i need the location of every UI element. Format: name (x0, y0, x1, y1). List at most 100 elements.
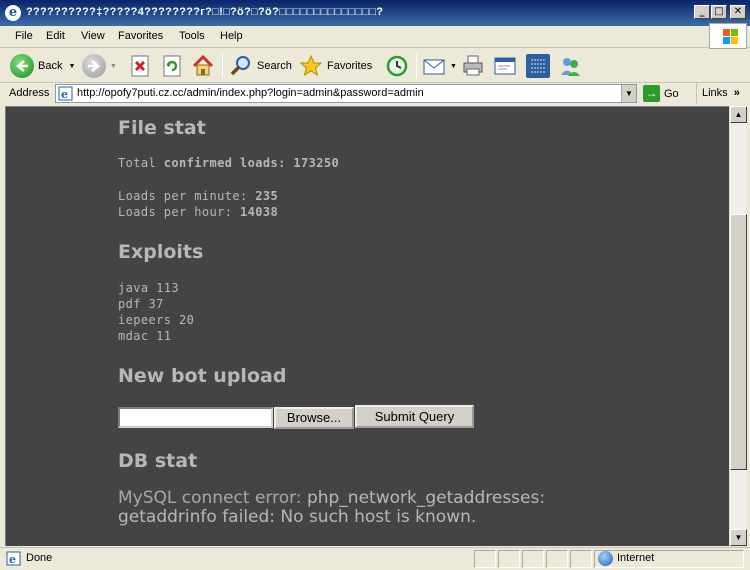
vertical-scrollbar[interactable]: ▲ ▼ (729, 106, 747, 546)
db-stat-heading: DB stat (118, 450, 198, 472)
contacts-button[interactable] (558, 52, 582, 80)
links-label: Links (702, 87, 728, 99)
toolbar-separator (416, 54, 417, 78)
toolbar-separator (222, 54, 223, 78)
loads-per-minute-line: Loads per minute: 235 (118, 189, 278, 203)
chevron-right-icon: » (733, 87, 740, 99)
db-error-bold: php_network_getaddresses: (306, 488, 546, 508)
window-title: ??????????‡?????4????????г?□!□?ö?□?ö?□□□… (26, 6, 384, 18)
db-error-message: MySQL connect error: php_network_getaddr… (118, 489, 598, 527)
home-button[interactable] (191, 52, 215, 80)
svg-text:e: e (61, 88, 68, 101)
exploit-name: mdac (118, 329, 149, 343)
search-icon (229, 54, 253, 78)
menu-file[interactable]: File (15, 30, 33, 42)
loads-per-hour-line: Loads per hour: 14038 (118, 205, 278, 219)
svg-text:e: e (9, 553, 16, 566)
upload-heading: New bot upload (118, 365, 287, 387)
menu-favorites[interactable]: Favorites (118, 30, 163, 42)
exploit-row: java 113 (118, 281, 179, 295)
browse-button[interactable]: Browse... (274, 407, 354, 429)
total-label: confirmed loads: (163, 156, 286, 170)
status-pane (570, 550, 592, 568)
file-stat-heading: File stat (118, 117, 206, 139)
menu-edit[interactable]: Edit (46, 30, 65, 42)
submit-query-button[interactable]: Submit Query (355, 405, 474, 428)
status-pane (474, 550, 496, 568)
exploit-count: 113 (156, 281, 179, 295)
status-text: Done (26, 552, 53, 564)
windows-logo-icon (709, 23, 747, 49)
page-done-icon: e (6, 551, 21, 566)
back-label: Back (38, 60, 63, 72)
mail-button[interactable]: ▼ (422, 52, 457, 80)
menu-help[interactable]: Help (220, 30, 243, 42)
loads-per-hour-value: 14038 (240, 205, 279, 219)
total-prefix: Total (118, 156, 164, 170)
close-button[interactable]: ✕ (730, 5, 746, 19)
forward-dropdown-icon[interactable]: ▼ (110, 63, 117, 70)
loads-per-minute-value: 235 (255, 189, 279, 203)
search-button[interactable]: Search (229, 52, 292, 80)
edit-page-icon (493, 54, 517, 78)
total-value: 173250 (293, 156, 340, 170)
forward-button[interactable]: ▼ (82, 52, 117, 80)
stop-button[interactable] (128, 52, 152, 80)
print-icon (461, 54, 485, 78)
db-error-rest: getaddrinfo failed: No such host is know… (118, 507, 477, 527)
loads-per-hour-label: Loads per hour: (118, 205, 233, 219)
go-button[interactable]: → Go (643, 84, 679, 103)
favorites-button[interactable]: Favorites (299, 52, 372, 80)
ie-logo-icon: e (5, 5, 21, 21)
loads-per-minute-label: Loads per minute: (118, 189, 248, 203)
exploit-name: java (118, 281, 149, 295)
status-pane (498, 550, 520, 568)
exploit-row: pdf 37 (118, 297, 164, 311)
globe-icon (598, 551, 613, 566)
favorites-label: Favorites (327, 60, 373, 72)
address-url[interactable]: http://opofy7puti.cz.cc/admin/index.php?… (77, 87, 424, 99)
maximize-button[interactable]: □ (711, 5, 727, 19)
back-arrow-icon (10, 54, 34, 78)
minimize-button[interactable]: _ (694, 5, 710, 19)
address-input[interactable]: e http://opofy7puti.cz.cc/admin/index.ph… (55, 84, 637, 103)
links-button[interactable]: Links » (696, 83, 740, 104)
scroll-up-icon[interactable]: ▲ (730, 106, 747, 123)
home-icon (191, 54, 215, 78)
back-button[interactable]: Back ▼ (10, 52, 75, 80)
mail-dropdown-icon[interactable]: ▼ (450, 63, 457, 70)
search-label: Search (257, 60, 292, 72)
page-content: File stat Total confirmed loads: 173250 … (5, 106, 729, 546)
status-pane (546, 550, 568, 568)
db-error-prefix: MySQL connect error: (118, 488, 307, 508)
favorites-star-icon (299, 54, 323, 78)
address-label: Address (9, 87, 50, 99)
address-bar: Address e http://opofy7puti.cz.cc/admin/… (0, 83, 750, 104)
go-label: Go (664, 87, 679, 100)
forward-arrow-icon (82, 54, 106, 78)
back-dropdown-icon[interactable]: ▼ (68, 63, 75, 70)
exploit-row: mdac 11 (118, 329, 171, 343)
print-button[interactable] (461, 52, 485, 80)
status-pane (522, 550, 544, 568)
zone-text: Internet (617, 552, 655, 564)
exploit-name: iepeers (118, 313, 172, 327)
toolbar: Back ▼ ▼ Search Favorites ▼ (0, 49, 750, 83)
scroll-down-icon[interactable]: ▼ (730, 529, 747, 546)
menu-view[interactable]: View (81, 30, 105, 42)
menu-tools[interactable]: Tools (179, 30, 205, 42)
stop-icon (128, 54, 152, 78)
exploit-row: iepeers 20 (118, 313, 194, 327)
history-button[interactable] (385, 52, 409, 80)
total-loads-line: Total confirmed loads: 173250 (118, 156, 339, 170)
edit-button[interactable] (493, 52, 517, 80)
refresh-button[interactable] (160, 52, 184, 80)
exploits-heading: Exploits (118, 241, 204, 263)
file-path-input[interactable] (118, 407, 273, 428)
messenger-button[interactable] (526, 52, 550, 80)
page-ie-icon: e (58, 86, 73, 101)
address-dropdown-icon[interactable]: ▼ (621, 85, 636, 102)
scroll-thumb[interactable] (730, 214, 747, 470)
people-icon (558, 54, 582, 78)
history-icon (385, 54, 409, 78)
